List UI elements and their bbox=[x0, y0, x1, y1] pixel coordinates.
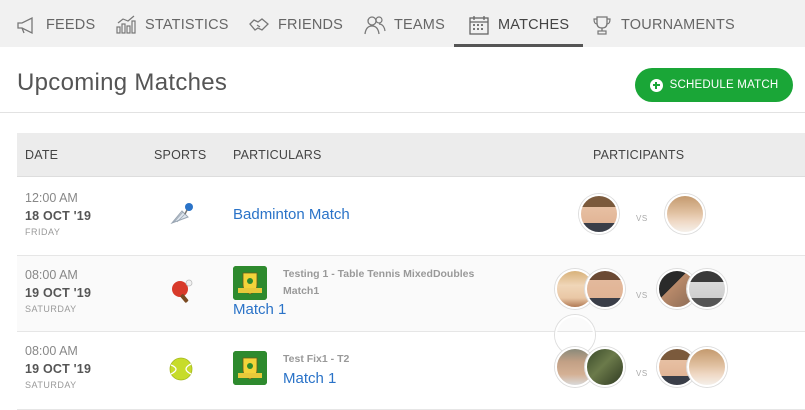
match-time: 08:00 AM bbox=[25, 344, 78, 358]
column-header-sports: SPORTS bbox=[154, 148, 207, 162]
participant-avatar[interactable] bbox=[687, 347, 727, 387]
match-date: 19 OCT '19 bbox=[25, 362, 92, 376]
vs-label: VS bbox=[636, 369, 648, 378]
tennis-ball-icon bbox=[169, 357, 193, 381]
nav-item-teams[interactable]: TEAMS bbox=[364, 0, 445, 47]
match-name-link[interactable]: Match 1 bbox=[233, 301, 286, 318]
vs-label: VS bbox=[636, 291, 648, 300]
calendar-icon bbox=[469, 15, 489, 35]
nav-item-statistics[interactable]: STATISTICS bbox=[115, 0, 229, 47]
match-subtitle: Match1 bbox=[283, 285, 320, 297]
nav-label: FRIENDS bbox=[278, 16, 344, 33]
participant-avatar[interactable] bbox=[585, 347, 625, 387]
megaphone-icon bbox=[17, 16, 33, 34]
column-header-particulars: PARTICULARS bbox=[233, 148, 322, 162]
table-row[interactable]: 12:00 AM 18 OCT '19 FRIDAY Badminton Mat… bbox=[17, 178, 805, 256]
top-navigation: FEEDS STATISTICS FRIENDS TEAMS MATCHES T… bbox=[0, 0, 805, 47]
handshake-icon bbox=[249, 17, 269, 31]
match-time: 08:00 AM bbox=[25, 268, 78, 282]
nav-label: TEAMS bbox=[394, 16, 445, 33]
plus-circle-icon bbox=[649, 78, 663, 92]
trophy-icon bbox=[593, 15, 611, 35]
match-day: SATURDAY bbox=[25, 380, 77, 390]
table-tennis-paddle-icon bbox=[172, 279, 193, 303]
divider bbox=[0, 112, 805, 113]
column-header-date: DATE bbox=[25, 148, 59, 162]
bar-chart-icon bbox=[116, 15, 136, 34]
match-date: 18 OCT '19 bbox=[25, 209, 92, 223]
table-header: DATE SPORTS PARTICULARS PARTICIPANTS bbox=[17, 133, 805, 177]
team-logo bbox=[233, 266, 267, 300]
schedule-match-button[interactable]: SCHEDULE MATCH bbox=[635, 68, 793, 102]
participant-avatar[interactable] bbox=[665, 194, 705, 234]
vs-label: VS bbox=[636, 214, 648, 223]
nav-item-friends[interactable]: FRIENDS bbox=[248, 0, 343, 47]
participant-avatar[interactable] bbox=[585, 269, 625, 309]
match-date: 19 OCT '19 bbox=[25, 286, 92, 300]
schedule-match-label: SCHEDULE MATCH bbox=[669, 79, 779, 91]
nav-label: STATISTICS bbox=[145, 16, 229, 33]
people-icon bbox=[364, 15, 386, 34]
participant-avatar[interactable] bbox=[579, 194, 619, 234]
nav-item-feeds[interactable]: FEEDS bbox=[16, 0, 95, 47]
matches-panel: Upcoming Matches SCHEDULE MATCH DATE SPO… bbox=[0, 47, 805, 410]
match-day: SATURDAY bbox=[25, 304, 77, 314]
nav-item-tournaments[interactable]: TOURNAMENTS bbox=[591, 0, 735, 47]
tournament-subtitle: Testing 1 - Table Tennis MixedDoubles bbox=[283, 268, 475, 280]
match-time: 12:00 AM bbox=[25, 191, 78, 205]
match-day: FRIDAY bbox=[25, 227, 61, 237]
nav-label: TOURNAMENTS bbox=[621, 16, 735, 33]
badminton-shuttlecock-icon bbox=[170, 203, 193, 225]
nav-label: MATCHES bbox=[498, 16, 570, 33]
column-header-participants: PARTICIPANTS bbox=[593, 148, 685, 162]
participant-avatar[interactable] bbox=[687, 269, 727, 309]
nav-item-matches[interactable]: MATCHES bbox=[453, 0, 584, 47]
team-logo bbox=[233, 351, 267, 385]
page-title: Upcoming Matches bbox=[17, 69, 228, 96]
nav-label: FEEDS bbox=[46, 16, 96, 33]
match-name-link[interactable]: Match 1 bbox=[283, 370, 336, 387]
match-name-link[interactable]: Badminton Match bbox=[233, 206, 350, 223]
tournament-subtitle: Test Fix1 - T2 bbox=[283, 353, 350, 365]
